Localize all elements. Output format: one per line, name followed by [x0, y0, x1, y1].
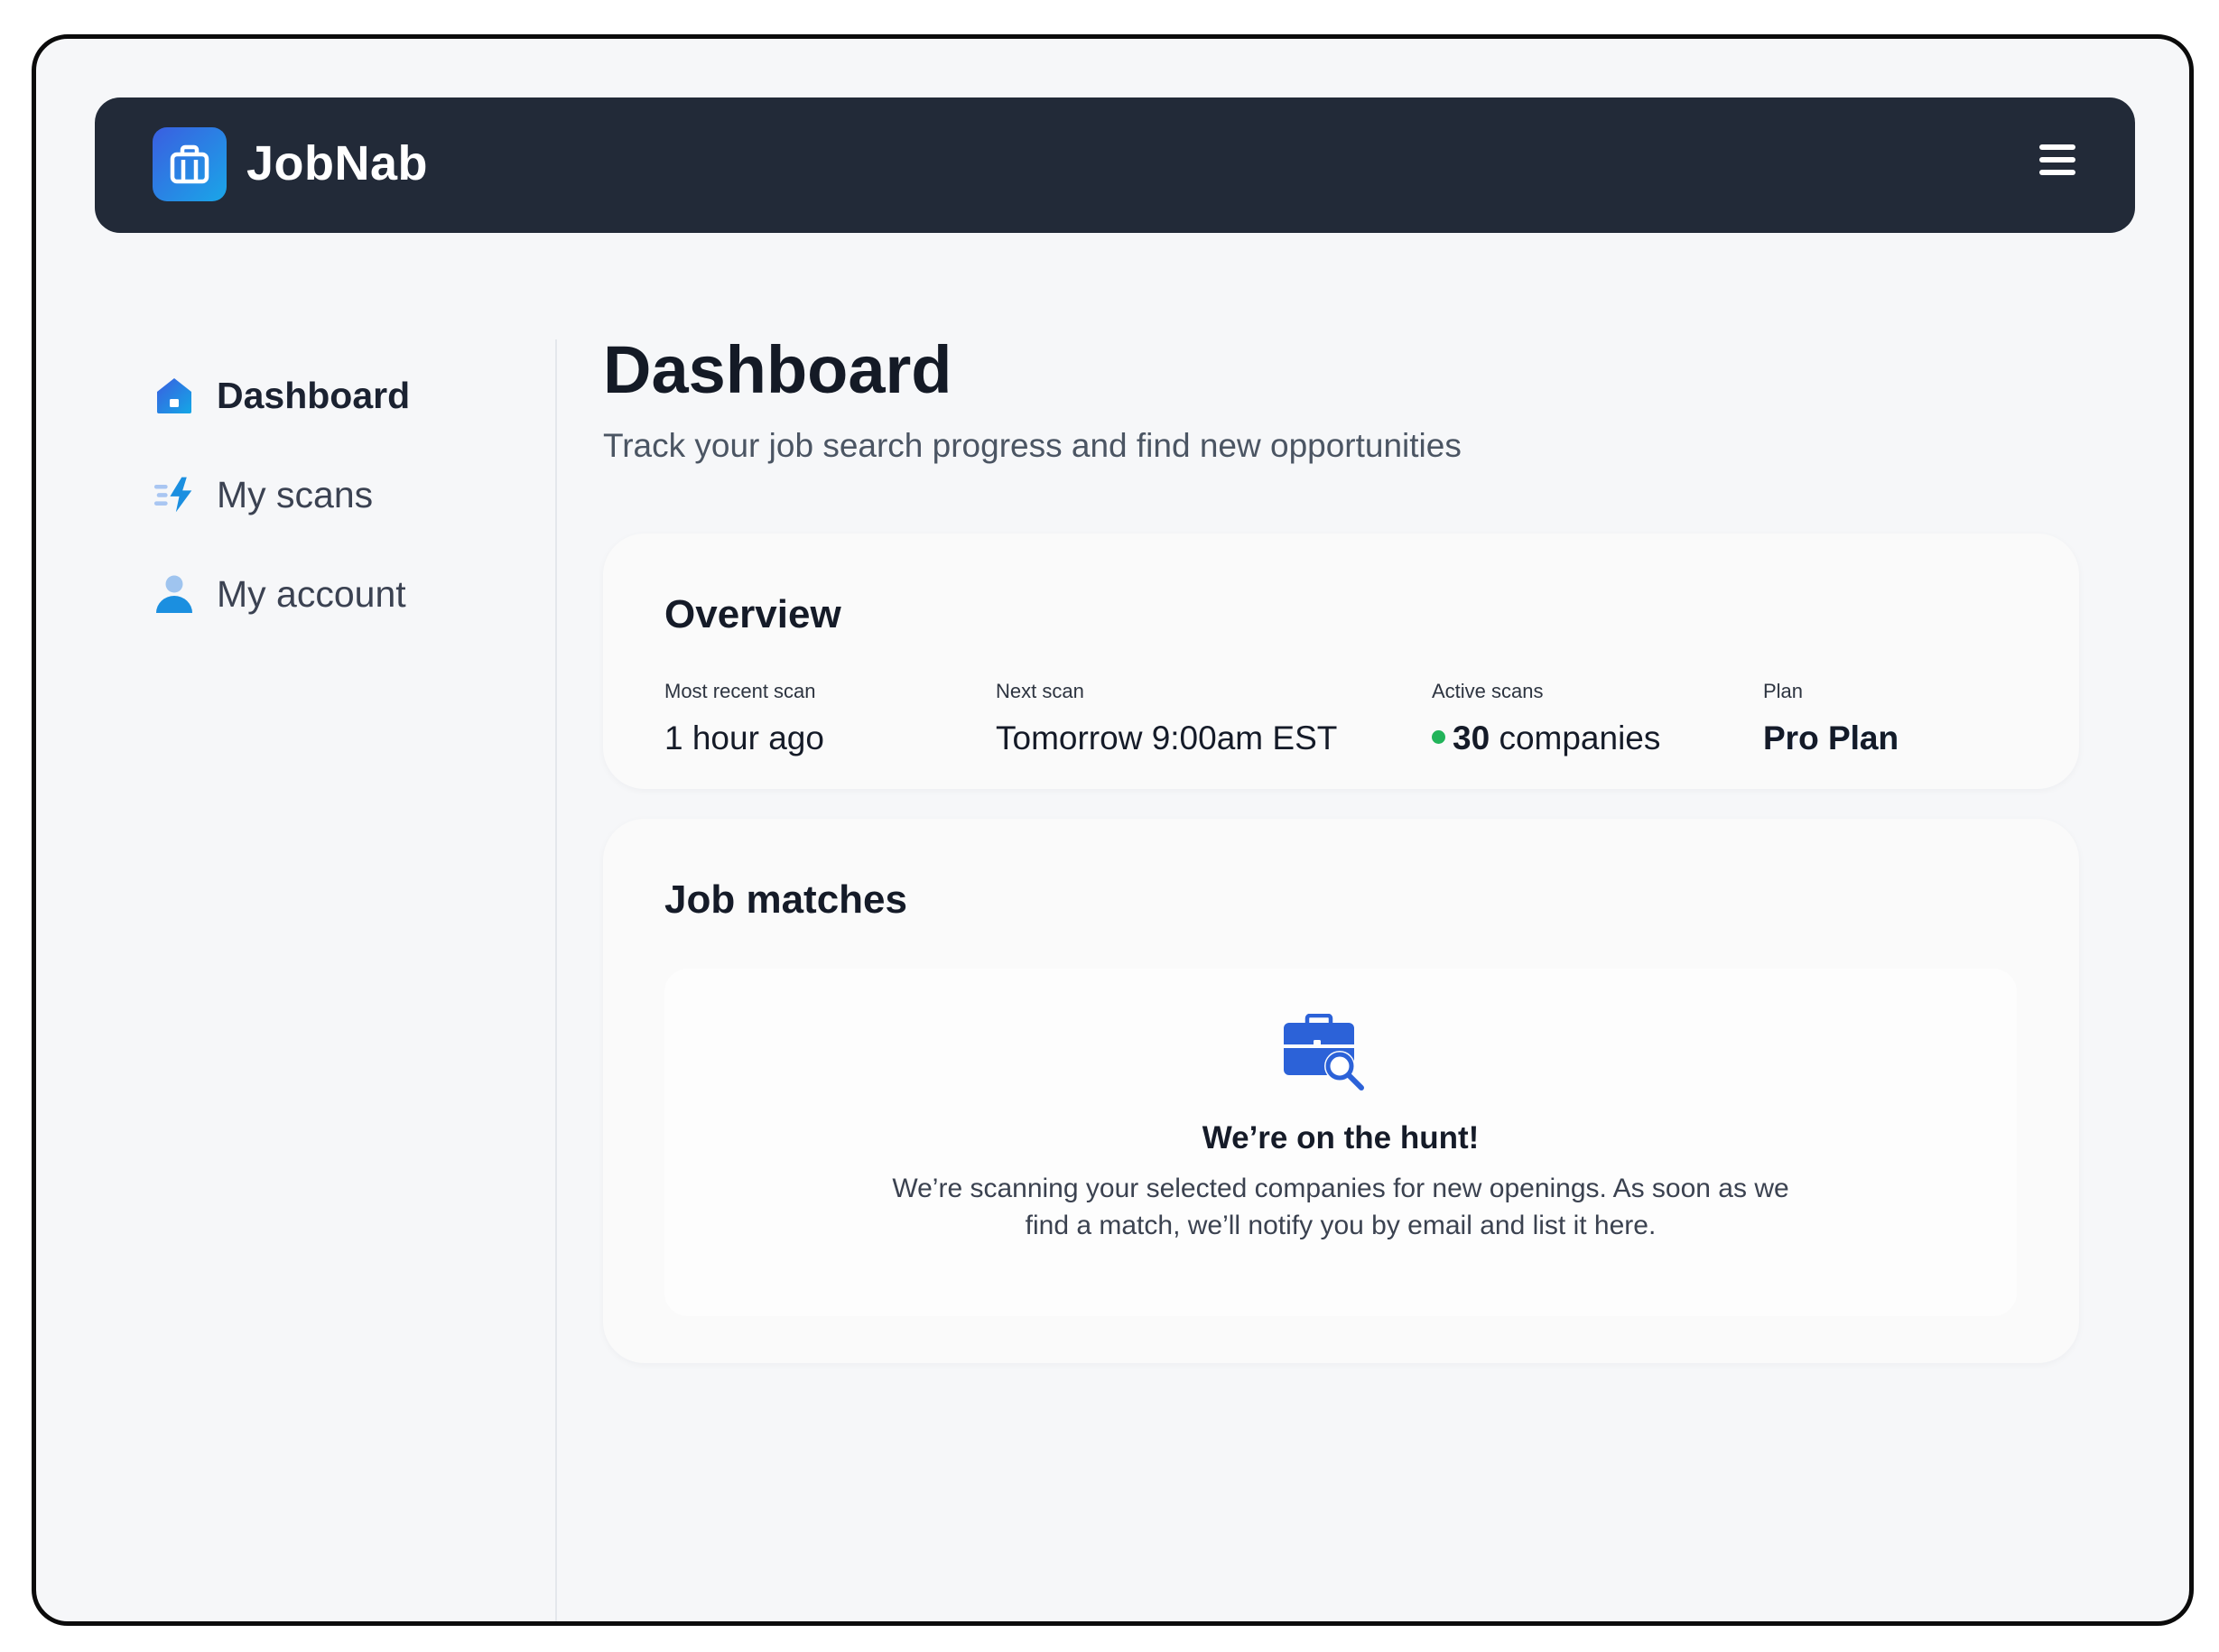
briefcase-icon — [170, 144, 209, 184]
sidebar-item-my-scans[interactable]: My scans — [153, 445, 515, 544]
job-matches-title: Job matches — [664, 877, 907, 922]
lightning-scan-icon — [153, 474, 195, 515]
sidebar-item-my-account[interactable]: My account — [153, 544, 515, 644]
stat-value: 1 hour ago — [664, 719, 824, 756]
sidebar-divider — [555, 339, 557, 1621]
user-icon — [153, 573, 195, 615]
stat-value: 30 companies — [1432, 721, 1660, 755]
active-scans-unit: companies — [1499, 719, 1661, 756]
empty-state-text: We’re scanning your selected companies f… — [892, 1174, 1789, 1240]
sidebar: Dashboard My scans My account — [153, 346, 515, 644]
stat-label: Most recent scan — [664, 680, 816, 702]
brand-name[interactable]: JobNab — [246, 139, 428, 188]
page-subtitle: Track your job search progress and find … — [603, 427, 1462, 464]
top-navbar: JobNab — [95, 97, 2135, 233]
stat-label: Next scan — [996, 680, 1084, 702]
page-title: Dashboard — [603, 332, 952, 407]
status-dot — [1432, 729, 1445, 744]
home-icon — [153, 375, 195, 416]
empty-state-title: We’re on the hunt! — [1202, 1120, 1480, 1155]
overview-card: Overview Most recent scan 1 hour ago Nex… — [603, 534, 2079, 789]
hamburger-menu-icon[interactable] — [2039, 144, 2079, 184]
app-window: JobNab Dashboard My scans My account Das… — [32, 34, 2194, 1626]
stat-next-scan: Next scan Tomorrow 9:00am EST — [996, 680, 1338, 756]
stat-label: Plan — [1763, 680, 1804, 702]
stat-label: Active scans — [1432, 680, 1544, 702]
briefcase-search-icon — [1282, 1013, 1365, 1096]
overview-title: Overview — [664, 592, 841, 636]
stat-most-recent-scan: Most recent scan 1 hour ago — [664, 680, 824, 756]
logo-icon[interactable] — [153, 127, 227, 201]
stat-plan: Plan Pro Plan — [1763, 680, 1899, 756]
stat-active-scans: Active scans 30 companies — [1432, 682, 1660, 755]
sidebar-item-label: My scans — [217, 473, 374, 515]
sidebar-item-label: My account — [217, 572, 406, 615]
job-matches-card: Job matches We’re on the hunt! We’re sca… — [603, 819, 2079, 1363]
sidebar-item-dashboard[interactable]: Dashboard — [153, 346, 515, 445]
stat-value: Tomorrow 9:00am EST — [996, 719, 1338, 756]
sidebar-item-label: Dashboard — [217, 374, 411, 416]
empty-state: We’re on the hunt! We’re scanning your s… — [664, 969, 2017, 1316]
active-scans-count: 30 — [1453, 719, 1490, 756]
plan-link[interactable]: Pro Plan — [1763, 721, 1899, 755]
